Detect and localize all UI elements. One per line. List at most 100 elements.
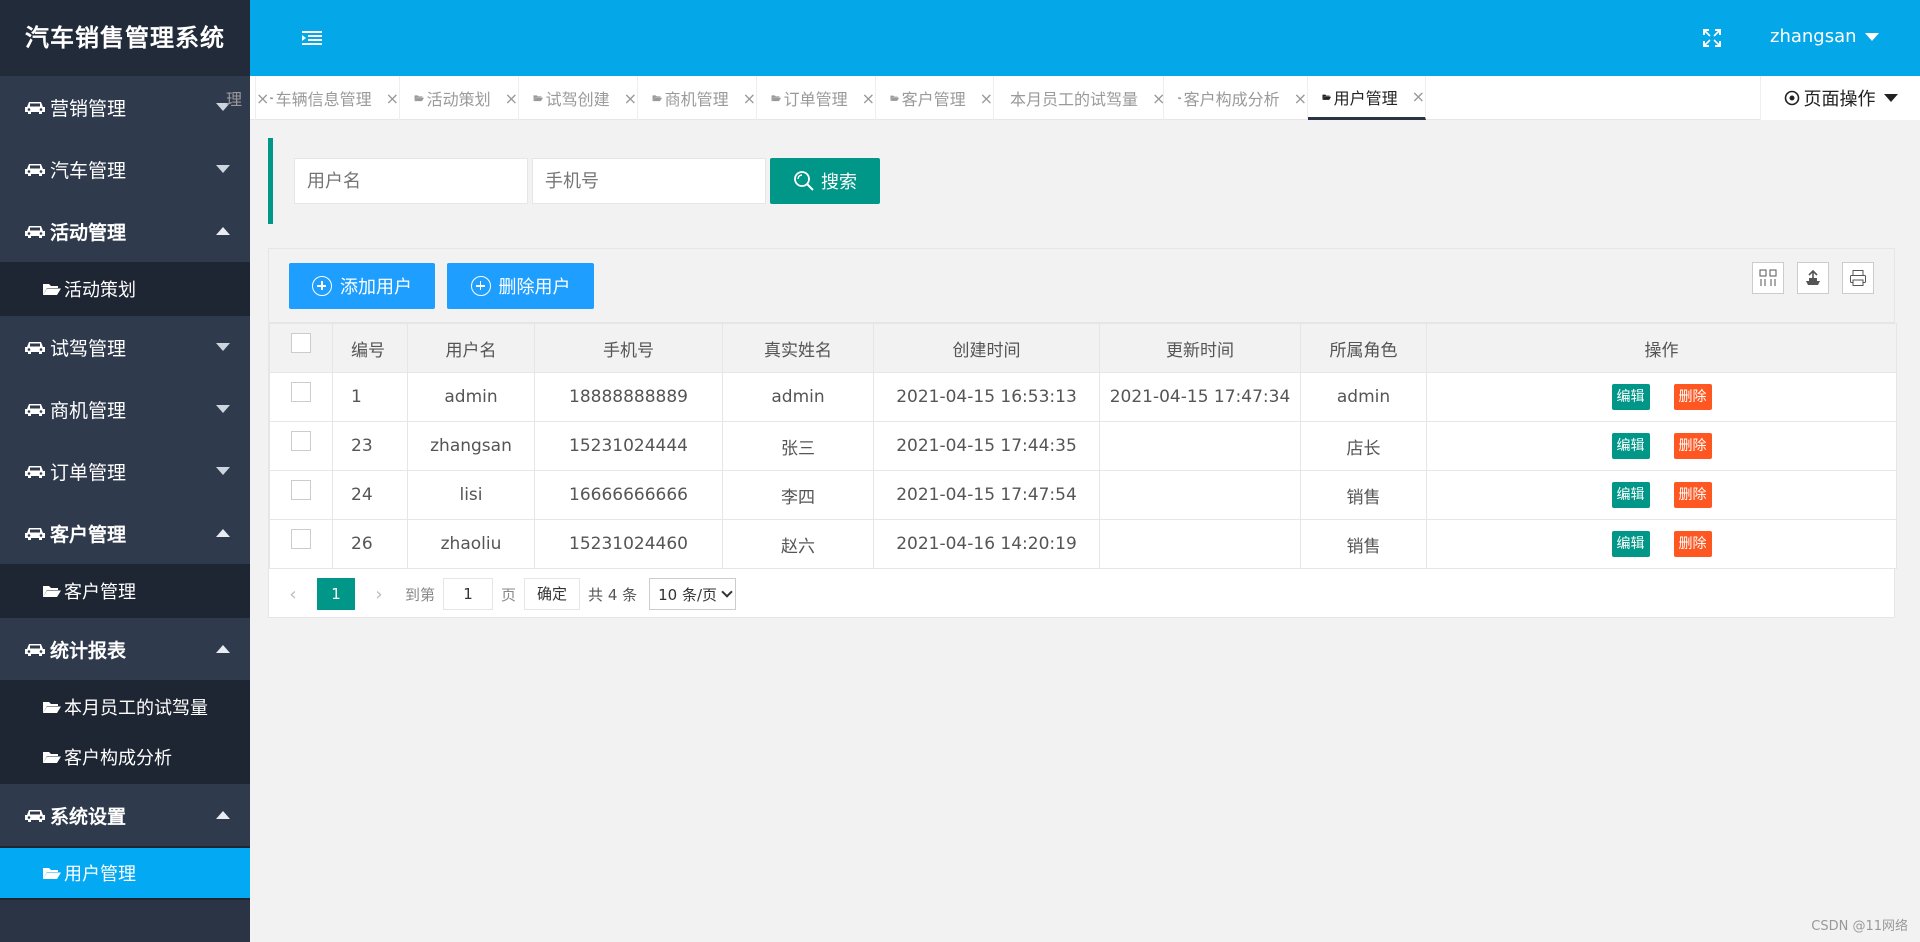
- select-all-checkbox[interactable]: [291, 333, 311, 353]
- close-icon[interactable]: ×: [1294, 89, 1307, 108]
- sidebar-group[interactable]: 活动管理: [0, 200, 250, 262]
- column-header[interactable]: 编号: [332, 323, 408, 373]
- fullscreen-icon[interactable]: [1703, 29, 1721, 47]
- sidebar-group-label: 订单管理: [50, 461, 127, 484]
- print-icon[interactable]: [1842, 262, 1874, 294]
- sidebar-subitem[interactable]: 用户管理: [0, 848, 250, 898]
- delete-button[interactable]: 删除: [1673, 531, 1712, 557]
- tab[interactable]: 活动策划 ×: [400, 76, 519, 120]
- add-user-button[interactable]: 添加用户: [289, 263, 435, 309]
- column-header[interactable]: 真实姓名: [722, 323, 874, 373]
- cell-created: 2021-04-15 16:53:13: [873, 372, 1100, 422]
- tab[interactable]: 订单管理 ×: [757, 76, 876, 120]
- close-icon[interactable]: ×: [862, 89, 875, 108]
- folder-open-icon: [771, 95, 782, 102]
- folder-open-icon: [1322, 94, 1332, 100]
- edit-button[interactable]: 编辑: [1611, 482, 1650, 508]
- search-button[interactable]: 搜索: [770, 158, 880, 204]
- goto-page-input[interactable]: 1: [443, 578, 494, 610]
- tab-label: 用户管理: [1333, 88, 1398, 108]
- sidebar-subitem[interactable]: 客户管理: [0, 566, 250, 616]
- sidebar-subitem-label: 本月员工的试驾量: [64, 698, 208, 719]
- close-icon[interactable]: ×: [624, 89, 637, 108]
- column-header[interactable]: 所属角色: [1300, 323, 1427, 373]
- close-icon[interactable]: ×: [386, 89, 399, 108]
- tab[interactable]: 本月员工的试驾量 ×: [994, 76, 1165, 120]
- sidebar-subitem-label: 活动策划: [64, 280, 136, 301]
- goto-confirm-button[interactable]: 确定: [524, 578, 581, 610]
- edit-button[interactable]: 编辑: [1611, 384, 1650, 410]
- username-search-input[interactable]: [294, 158, 528, 204]
- next-page-icon[interactable]: ›: [369, 584, 389, 605]
- prev-page-icon[interactable]: ‹: [283, 584, 303, 605]
- page-operations-button[interactable]: 页面操作: [1760, 76, 1920, 120]
- caret-down-icon: [216, 405, 230, 413]
- column-header[interactable]: 更新时间: [1099, 323, 1301, 373]
- sidebar-subitem[interactable]: 活动策划: [0, 264, 250, 314]
- cell-realname: admin: [722, 372, 874, 422]
- sidebar-group[interactable]: 订单管理: [0, 440, 250, 502]
- delete-button[interactable]: 删除: [1673, 482, 1712, 508]
- sidebar-group[interactable]: 营销管理: [0, 76, 250, 138]
- row-checkbox[interactable]: [291, 480, 311, 500]
- folder-open-icon: [270, 97, 274, 100]
- sidebar-subitem[interactable]: 本月员工的试驾量: [0, 682, 250, 732]
- table-row: 24 lisi 16666666666 李四 2021-04-15 17:47:54 销售…: [269, 470, 1897, 520]
- edit-button[interactable]: 编辑: [1611, 531, 1650, 557]
- column-header[interactable]: 操作: [1426, 323, 1897, 373]
- tab-label: 车辆信息管理: [275, 90, 372, 109]
- export-icon[interactable]: [1797, 262, 1829, 294]
- tab[interactable]: 客户管理 ×: [876, 76, 994, 120]
- sidebar-group[interactable]: 系统设置: [0, 784, 250, 846]
- sidebar-submenu: 活动策划: [0, 262, 250, 316]
- caret-up-icon: [216, 645, 230, 653]
- chevron-down-icon: [1883, 94, 1898, 102]
- sidebar-subitem-label: 客户构成分析: [64, 748, 172, 769]
- sidebar-group[interactable]: 试驾管理: [0, 316, 250, 378]
- sidebar-group[interactable]: 商机管理: [0, 378, 250, 440]
- caret-up-icon: [216, 811, 230, 819]
- edit-button[interactable]: 编辑: [1611, 433, 1650, 459]
- row-select-cell: [269, 470, 333, 520]
- columns-filter-icon[interactable]: [1752, 262, 1784, 294]
- tab[interactable]: 客户构成分析 ×: [1164, 76, 1308, 120]
- row-checkbox[interactable]: [291, 382, 311, 402]
- delete-user-button[interactable]: 删除用户: [447, 263, 594, 309]
- tab-label: 理: [226, 90, 243, 109]
- row-checkbox[interactable]: [291, 529, 311, 549]
- plus-circle-icon: [470, 276, 491, 296]
- row-checkbox[interactable]: [291, 431, 311, 451]
- top-header: zhangsan: [250, 0, 1920, 76]
- tab[interactable]: 车辆信息管理 ×: [256, 76, 400, 120]
- tab-label: 订单管理: [783, 90, 848, 109]
- column-header[interactable]: 创建时间: [873, 323, 1100, 373]
- sidebar-submenu: 本月员工的试驾量 客户构成分析: [0, 680, 250, 784]
- sidebar-subitem[interactable]: 客户构成分析: [0, 732, 250, 782]
- tab-label: 客户构成分析: [1183, 90, 1280, 109]
- delete-button[interactable]: 删除: [1673, 384, 1712, 410]
- close-icon[interactable]: ×: [980, 89, 993, 108]
- close-icon[interactable]: ×: [1412, 87, 1425, 106]
- page-size-select[interactable]: 10 条/页: [649, 578, 737, 610]
- column-header[interactable]: 用户名: [407, 323, 535, 373]
- tab[interactable]: 用户管理 ×: [1308, 76, 1426, 120]
- folder-open-icon: [890, 95, 900, 101]
- tab[interactable]: 理 ×: [226, 76, 269, 120]
- current-page-button[interactable]: 1: [317, 578, 355, 610]
- sidebar-group[interactable]: 客户管理: [0, 502, 250, 564]
- sidebar-group[interactable]: 汽车管理: [0, 138, 250, 200]
- delete-button[interactable]: 删除: [1673, 433, 1712, 459]
- sidebar-group[interactable]: 统计报表: [0, 618, 250, 680]
- tab[interactable]: 试驾创建 ×: [519, 76, 638, 120]
- user-menu[interactable]: zhangsan: [1770, 26, 1879, 47]
- goto-label: 到第: [405, 585, 436, 604]
- caret-down-icon: [216, 165, 230, 173]
- cell-realname: 赵六: [722, 519, 874, 569]
- close-icon[interactable]: ×: [505, 89, 518, 108]
- menu-toggle-icon[interactable]: [302, 30, 322, 46]
- column-header[interactable]: 手机号: [534, 323, 723, 373]
- close-icon[interactable]: ×: [743, 89, 756, 108]
- phone-search-input[interactable]: [532, 158, 766, 204]
- tab[interactable]: 商机管理 ×: [638, 76, 757, 120]
- cell-actions: 编辑 删除: [1426, 421, 1897, 471]
